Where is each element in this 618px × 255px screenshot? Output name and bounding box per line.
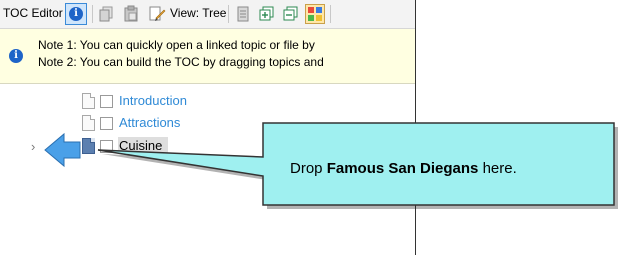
callout-prefix: Drop [290, 160, 327, 177]
drop-arrow-icon [44, 132, 81, 168]
callout-overlay [44, 122, 618, 209]
callout-topic-name: Famous San Diegans [326, 160, 479, 177]
callout-message: Drop Famous San Diegans here. [290, 160, 517, 177]
callout-suffix: here. [478, 160, 517, 177]
